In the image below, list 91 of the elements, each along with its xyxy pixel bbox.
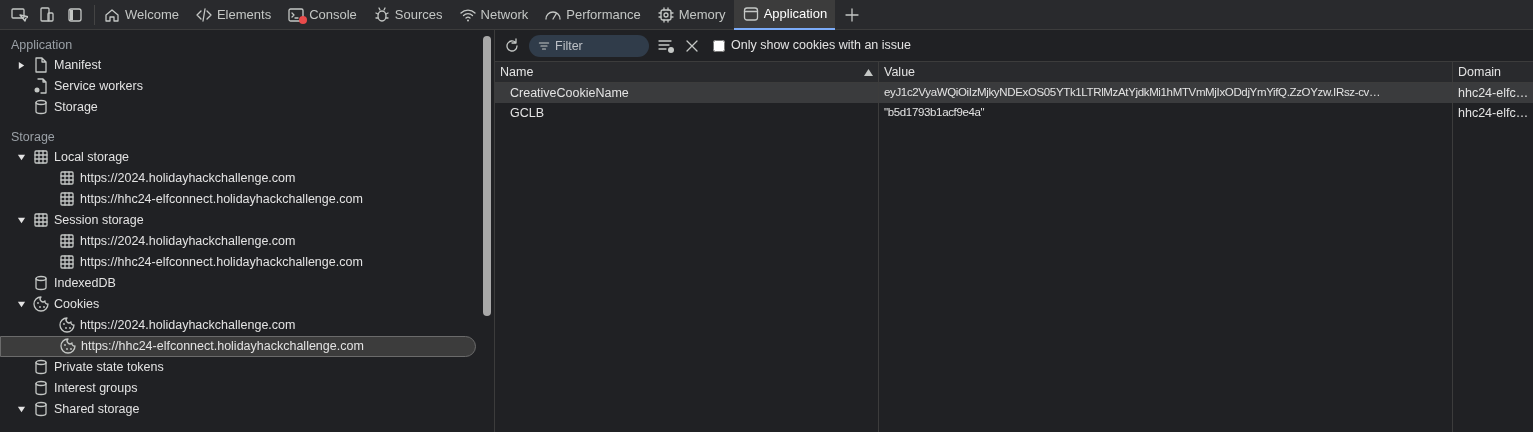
column-header[interactable]: Name bbox=[495, 62, 879, 82]
checkbox-label: Only show cookies with an issue bbox=[731, 37, 911, 55]
section-heading: Application bbox=[10, 37, 74, 54]
device-button[interactable] bbox=[38, 5, 56, 24]
tree-item-label: IndexedDB bbox=[54, 274, 116, 292]
tree-item-label: Manifest bbox=[54, 56, 102, 74]
refresh-button[interactable] bbox=[503, 36, 521, 55]
grid-icon bbox=[32, 148, 50, 166]
tree-item-label: https://hhc24-elfconnect.holidayhackchallenge.com bbox=[81, 337, 364, 355]
table-row[interactable]: CreativeCookieName eyJ1c2VyaWQiOiIzMjkyNDExOS05YTk1LTRlMzAtYjdkMi1hMTVmMjIxODdjYmYifQ.ZzOYzw.IRsz-cv… hhc24-elfc… bbox=[495, 83, 1533, 103]
tree-item-label: Cookies bbox=[54, 295, 100, 313]
table-cell-text: hhc24-elfc… bbox=[1458, 104, 1529, 122]
column-header[interactable]: Value bbox=[879, 62, 1453, 82]
database-icon bbox=[32, 98, 50, 117]
column-header[interactable]: Domain bbox=[1453, 62, 1533, 82]
service-worker-icon bbox=[32, 77, 50, 96]
tree-item-label: Interest groups bbox=[54, 379, 138, 397]
tree-item[interactable]: Storage bbox=[0, 96, 480, 118]
file-icon bbox=[32, 56, 50, 75]
collapse-arrow-icon[interactable] bbox=[16, 152, 26, 162]
panel-tab[interactable]: Memory bbox=[648, 0, 734, 30]
table-row[interactable]: GCLB "b5d1793b1acf9e4a" hhc24-elfc… bbox=[495, 103, 1533, 123]
refresh-icon bbox=[503, 36, 521, 55]
collapse-arrow-icon[interactable] bbox=[16, 299, 26, 309]
tree-item-label: https://hhc24-elfconnect.holidayhackchallenge.com bbox=[80, 190, 363, 208]
tree-item[interactable]: https://2024.holidayhackchallenge.com bbox=[0, 167, 480, 189]
tree-item[interactable]: Manifest bbox=[0, 54, 480, 76]
database-icon bbox=[32, 358, 50, 376]
tree-item[interactable]: IndexedDB bbox=[0, 272, 480, 294]
tree-item[interactable]: Session storage bbox=[0, 209, 480, 231]
cookie-icon bbox=[58, 316, 76, 334]
panel-tab[interactable]: Console bbox=[279, 0, 365, 30]
window-icon bbox=[741, 4, 760, 23]
tree-item-label: https://2024.holidayhackchallenge.com bbox=[80, 316, 296, 334]
tree-item[interactable]: https://hhc24-elfconnect.holidayhackchallenge.com bbox=[0, 188, 480, 210]
cookie-icon bbox=[59, 337, 77, 355]
table-cell-text: eyJ1c2VyaWQiOiIzMjkyNDExOS05YTk1LTRlMzAtYjdkMi1hMTVmMjIxODdjYmYifQ.ZzOYzw.IRsz-cv… bbox=[884, 85, 1381, 101]
tree-item-label: Session storage bbox=[54, 211, 144, 229]
tree-item-label: https://hhc24-elfconnect.holidayhackchallenge.com bbox=[80, 253, 363, 271]
tree-item-label: Local storage bbox=[54, 148, 130, 166]
grid-icon bbox=[58, 232, 76, 250]
tree-item-label: Storage bbox=[54, 98, 98, 116]
table-cell-text: GCLB bbox=[510, 104, 545, 122]
panel-button[interactable] bbox=[66, 5, 84, 24]
database-icon bbox=[32, 274, 50, 292]
sort-arrow-icon bbox=[864, 68, 873, 76]
expand-arrow-icon[interactable] bbox=[16, 60, 26, 70]
table-cell-text: CreativeCookieName bbox=[510, 84, 629, 102]
console-icon bbox=[287, 5, 306, 24]
database-icon bbox=[32, 379, 50, 397]
panel-tab[interactable]: Sources bbox=[364, 0, 451, 30]
panel-tab[interactable]: Performance bbox=[536, 0, 649, 30]
database-icon bbox=[32, 400, 50, 418]
device-icon bbox=[38, 5, 56, 24]
grid-icon bbox=[58, 169, 76, 187]
tree-item[interactable]: Interest groups bbox=[0, 377, 480, 399]
grid-icon bbox=[32, 211, 50, 229]
tree-item[interactable]: Service workers bbox=[0, 75, 480, 97]
panel-tab[interactable]: Network bbox=[450, 0, 537, 30]
tree-item[interactable]: https://hhc24-elfconnect.holidayhackchallenge.com bbox=[0, 335, 476, 357]
tree-item-label: https://2024.holidayhackchallenge.com bbox=[80, 232, 296, 250]
filter-field[interactable]: Filter bbox=[529, 34, 649, 57]
tree-item-label: Private state tokens bbox=[54, 358, 164, 376]
table-cell-text: "b5d1793b1acf9e4a" bbox=[884, 105, 985, 121]
panel-tab[interactable]: Elements bbox=[186, 0, 280, 30]
panel-tab[interactable]: Welcome bbox=[95, 0, 187, 30]
tree-item[interactable]: Local storage bbox=[0, 146, 480, 168]
collapse-arrow-icon[interactable] bbox=[16, 404, 26, 414]
section-heading: Storage bbox=[10, 128, 56, 146]
grid-icon bbox=[58, 253, 76, 271]
tree-item[interactable]: Cookies bbox=[0, 293, 480, 315]
table-cell-text: hhc24-elfc… bbox=[1458, 84, 1529, 102]
tree-item-label: Service workers bbox=[54, 77, 143, 95]
tree-item[interactable]: https://2024.holidayhackchallenge.com bbox=[0, 230, 480, 252]
scrollbar-thumb[interactable] bbox=[483, 36, 491, 316]
error-badge-icon bbox=[299, 15, 308, 24]
inspect-button[interactable] bbox=[10, 5, 28, 24]
tree-item-label: https://2024.holidayhackchallenge.com bbox=[80, 169, 296, 187]
panel-icon bbox=[66, 5, 84, 24]
cookie-icon bbox=[32, 295, 50, 313]
inspect-icon bbox=[10, 5, 28, 24]
tree-item[interactable]: Private state tokens bbox=[0, 356, 480, 378]
checkbox[interactable] bbox=[713, 39, 725, 52]
tree-item[interactable]: https://hhc24-elfconnect.holidayhackchallenge.com bbox=[0, 251, 480, 273]
tree-item[interactable]: Shared storage bbox=[0, 398, 480, 420]
collapse-arrow-icon[interactable] bbox=[16, 215, 26, 225]
tree-item[interactable]: https://2024.holidayhackchallenge.com bbox=[0, 314, 480, 336]
chip-icon bbox=[656, 5, 675, 24]
tree-item-label: Shared storage bbox=[54, 400, 140, 418]
panel-tab[interactable]: Application bbox=[733, 0, 836, 30]
grid-icon bbox=[58, 190, 76, 208]
